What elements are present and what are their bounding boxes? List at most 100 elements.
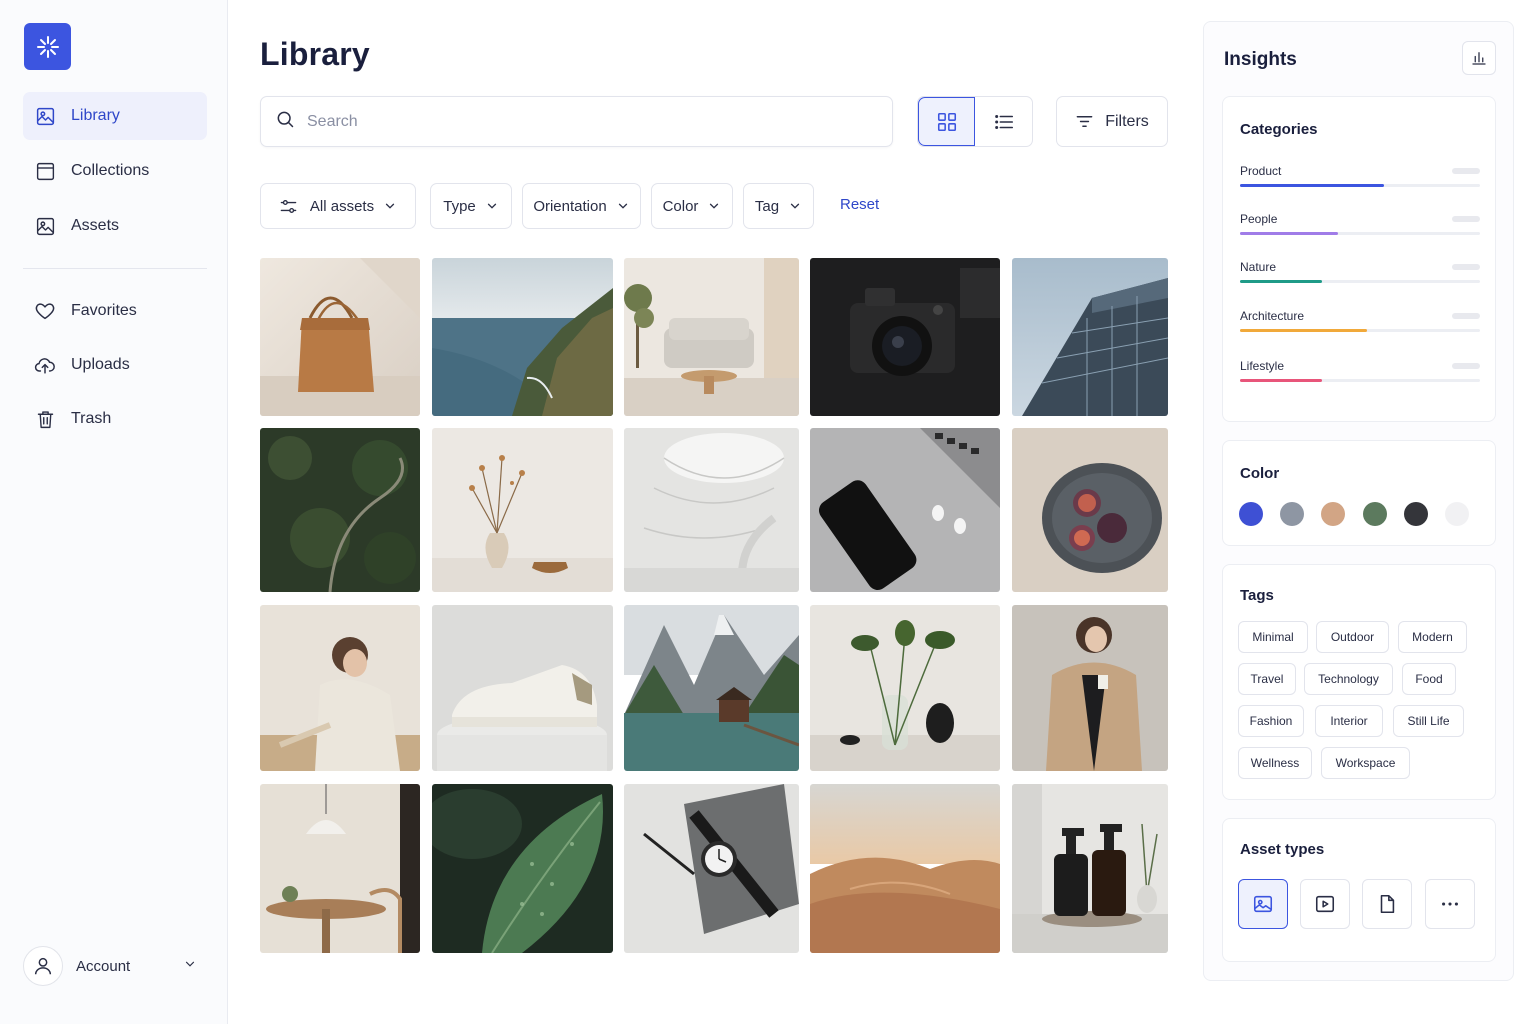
orientation-dropdown[interactable]: Orientation [522,183,641,229]
search-bar[interactable] [260,96,893,147]
chip-label: All assets [309,197,375,215]
asset-soap-bottles[interactable] [1012,784,1168,953]
category-product[interactable]: Product [1240,164,1480,187]
asset-woman-writing[interactable] [260,605,420,771]
sidebar-item-label: Uploads [71,356,130,373]
asset-phone-earbuds[interactable] [810,428,1000,592]
asset-desert-dunes[interactable] [810,784,1000,953]
sidebar-item-favorites[interactable]: Favorites [23,287,207,335]
asset-leaf-droplets[interactable] [432,784,613,953]
tag-interior[interactable]: Interior [1315,705,1383,737]
filters-label: Filters [1105,112,1149,130]
asset-dining-lamp[interactable] [260,784,420,953]
sidebar-item-assets[interactable]: Assets [23,202,207,250]
chevron-down-icon [183,957,197,975]
asset-camera[interactable] [810,258,1000,416]
sidebar-item-uploads[interactable]: Uploads [23,341,207,389]
category-count-placeholder [1452,216,1480,222]
asset-type-image-button[interactable] [1238,879,1288,929]
sidebar: Library Collections Assets Favorites Upl… [0,0,228,1024]
asset-plant-vase[interactable] [810,605,1000,771]
tag-food[interactable]: Food [1402,663,1456,695]
search-icon [275,109,295,134]
account-menu[interactable]: Account [23,945,207,987]
asset-glass-building[interactable] [1012,258,1168,416]
color-swatch-blue[interactable] [1239,502,1263,526]
avatar [23,946,63,986]
insights-chart-button[interactable] [1462,41,1496,75]
tags-title: Tags [1240,587,1274,604]
tag-technology[interactable]: Technology [1304,663,1393,695]
asset-mountain-lake[interactable] [624,605,799,771]
tag-wellness[interactable]: Wellness [1238,747,1312,779]
folder-icon [34,160,56,182]
list-view-button[interactable] [975,97,1032,146]
tag-outdoor[interactable]: Outdoor [1316,621,1389,653]
chip-label: Type [443,197,476,215]
sidebar-item-library[interactable]: Library [23,92,207,140]
category-people[interactable]: People [1240,212,1480,235]
asset-figs-plate[interactable] [1012,428,1168,592]
tag-travel[interactable]: Travel [1238,663,1296,695]
sidebar-item-trash[interactable]: Trash [23,395,207,443]
color-swatch-white[interactable] [1445,502,1469,526]
asset-dried-flowers-vase[interactable] [432,428,613,592]
sidebar-item-label: Collections [71,162,150,179]
video-icon [1315,895,1335,913]
chevron-down-icon [707,199,721,213]
tag-minimal[interactable]: Minimal [1238,621,1308,653]
asset-living-room[interactable] [624,258,799,416]
type-dropdown[interactable]: Type [430,183,512,229]
grid-icon [937,112,956,131]
chevron-down-icon [485,199,499,213]
image-icon [1253,895,1273,913]
sidebar-item-collections[interactable]: Collections [23,147,207,195]
account-label: Account [76,957,131,975]
tag-dropdown[interactable]: Tag [743,183,814,229]
tag-modern[interactable]: Modern [1398,621,1467,653]
page-title: Library [260,36,370,72]
asset-type-document-button[interactable] [1362,879,1412,929]
asset-white-architecture[interactable] [624,428,799,592]
asset-types-card: Asset types [1222,818,1496,962]
tag-workspace[interactable]: Workspace [1321,747,1410,779]
color-swatch-black[interactable] [1404,502,1428,526]
sidebar-item-label: Library [71,107,120,124]
filters-button[interactable]: Filters [1056,96,1168,147]
all-assets-dropdown[interactable]: All assets [260,183,416,229]
cloud-upload-icon [34,354,56,376]
tags-card: Tags Minimal Outdoor Modern Travel Techn… [1222,564,1496,800]
asset-type-more-button[interactable] [1425,879,1475,929]
color-swatch-gray[interactable] [1280,502,1304,526]
search-input[interactable] [307,112,847,131]
asset-type-video-button[interactable] [1300,879,1350,929]
reset-link[interactable]: Reset [840,196,879,213]
category-nature[interactable]: Nature [1240,260,1480,283]
asset-forest-road[interactable] [260,428,420,592]
asset-coastline[interactable] [432,258,613,416]
tag-still-life[interactable]: Still Life [1393,705,1464,737]
sidebar-item-label: Trash [71,410,112,427]
app-logo[interactable] [24,23,71,70]
category-count-placeholder [1452,264,1480,270]
chip-label: Color [662,197,699,215]
category-bar [1240,232,1339,235]
color-dropdown[interactable]: Color [651,183,733,229]
asset-woman-coat[interactable] [1012,605,1168,771]
asset-white-sneaker[interactable] [432,605,613,771]
asset-tote-bag[interactable] [260,258,420,416]
category-bar [1240,184,1384,187]
sidebar-item-label: Favorites [71,302,137,319]
category-lifestyle[interactable]: Lifestyle [1240,359,1480,382]
list-icon [994,114,1013,129]
asset-watch-notebook[interactable] [624,784,799,953]
tag-fashion[interactable]: Fashion [1238,705,1304,737]
image-icon [34,215,56,237]
view-toggle [917,96,1033,147]
category-architecture[interactable]: Architecture [1240,309,1480,332]
grid-view-button[interactable] [918,97,976,146]
heart-icon [34,300,56,322]
image-icon [34,105,56,127]
color-swatch-green[interactable] [1363,502,1387,526]
color-swatch-tan[interactable] [1321,502,1345,526]
